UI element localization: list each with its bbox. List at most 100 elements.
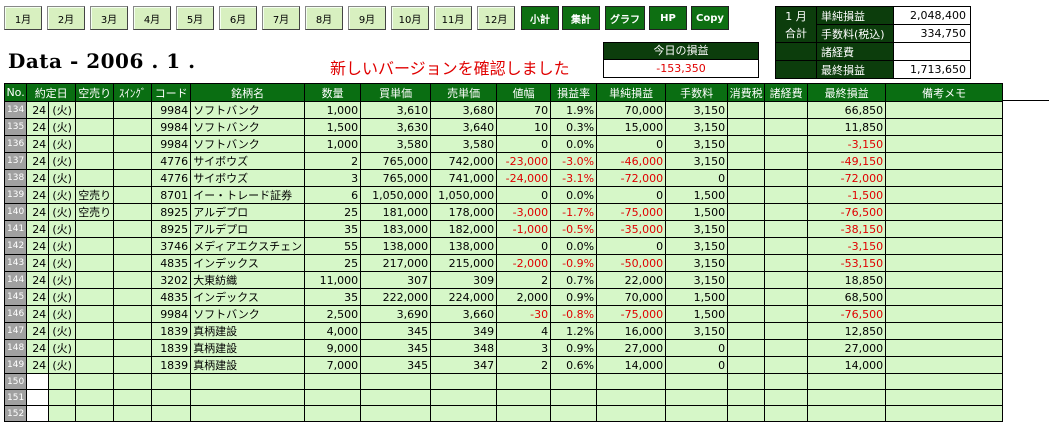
cell-short[interactable]: [75, 101, 115, 119]
subtotal-button[interactable]: 小計: [521, 6, 559, 30]
cell-swing[interactable]: [113, 169, 153, 187]
cell-code[interactable]: 9984: [151, 135, 192, 153]
cell-dow[interactable]: (火): [48, 118, 77, 136]
cell-tax[interactable]: [727, 322, 766, 340]
cell-short[interactable]: [75, 152, 115, 170]
cell-qty[interactable]: 9,000: [304, 339, 362, 357]
cell-final[interactable]: [807, 389, 887, 406]
cell-pl[interactable]: 16,000: [596, 322, 667, 340]
cell-swing[interactable]: [113, 254, 153, 272]
cell-misc[interactable]: [764, 389, 809, 406]
cell-memo[interactable]: [885, 389, 1004, 406]
cell-name[interactable]: イー・トレード証券: [190, 186, 306, 204]
cell-date[interactable]: 24: [26, 203, 50, 221]
cell-final[interactable]: 11,850: [807, 118, 887, 136]
cell-pl[interactable]: 0: [596, 186, 667, 204]
cell-sell[interactable]: 3,680: [430, 101, 498, 119]
cell-swing[interactable]: [113, 339, 153, 357]
cell-buy[interactable]: 1,050,000: [360, 186, 432, 204]
cell-diff[interactable]: 2,000: [496, 288, 552, 306]
cell-sell[interactable]: 3,640: [430, 118, 498, 136]
month-button-6[interactable]: 6月: [219, 6, 257, 30]
cell-diff[interactable]: [496, 373, 552, 390]
cell-diff[interactable]: 2: [496, 356, 552, 374]
cell-swing[interactable]: [113, 118, 153, 136]
cell-misc[interactable]: [764, 356, 809, 374]
cell-code[interactable]: 4776: [151, 152, 192, 170]
cell-tax[interactable]: [727, 389, 766, 406]
cell-dow[interactable]: (火): [48, 237, 77, 255]
cell-fee[interactable]: [665, 405, 729, 422]
cell-name[interactable]: 真柄建設: [190, 356, 306, 374]
cell-sell[interactable]: 3,580: [430, 135, 498, 153]
cell-swing[interactable]: [113, 305, 153, 323]
cell-short[interactable]: [75, 254, 115, 272]
cell-sell[interactable]: 349: [430, 322, 498, 340]
cell-swing[interactable]: [113, 220, 153, 238]
cell-short[interactable]: [75, 220, 115, 238]
cell-fee[interactable]: 1,500: [665, 186, 729, 204]
cell-buy[interactable]: 345: [360, 322, 432, 340]
month-button-5[interactable]: 5月: [176, 6, 214, 30]
cell-final[interactable]: -76,500: [807, 203, 887, 221]
cell-fee[interactable]: 3,150: [665, 152, 729, 170]
cell-rate[interactable]: -3.1%: [550, 169, 598, 187]
cell-memo[interactable]: [885, 152, 1004, 170]
cell-dow[interactable]: (火): [48, 101, 77, 119]
cell-memo[interactable]: [885, 305, 1004, 323]
cell-sell[interactable]: 309: [430, 271, 498, 289]
cell-tax[interactable]: [727, 373, 766, 390]
cell-date[interactable]: 24: [26, 220, 50, 238]
month-button-1[interactable]: 1月: [4, 6, 42, 30]
cell-code[interactable]: 3746: [151, 237, 192, 255]
cell-qty[interactable]: [304, 405, 362, 422]
cell-fee[interactable]: [665, 389, 729, 406]
cell-qty[interactable]: 25: [304, 203, 362, 221]
cell-memo[interactable]: [885, 373, 1004, 390]
cell-pl[interactable]: 14,000: [596, 356, 667, 374]
cell-short[interactable]: [75, 135, 115, 153]
cell-buy[interactable]: 345: [360, 356, 432, 374]
cell-fee[interactable]: 3,150: [665, 271, 729, 289]
cell-rate[interactable]: 0.3%: [550, 118, 598, 136]
cell-code[interactable]: 1839: [151, 339, 192, 357]
cell-rate[interactable]: -1.7%: [550, 203, 598, 221]
cell-fee[interactable]: 0: [665, 339, 729, 357]
cell-code[interactable]: 9984: [151, 118, 192, 136]
cell-dow[interactable]: (火): [48, 186, 77, 204]
cell-rate[interactable]: [550, 373, 598, 390]
cell-qty[interactable]: [304, 389, 362, 406]
cell-qty[interactable]: 35: [304, 288, 362, 306]
column-header[interactable]: 売単価: [430, 83, 498, 102]
cell-sell[interactable]: 348: [430, 339, 498, 357]
column-header[interactable]: 数量: [304, 83, 362, 102]
cell-rate[interactable]: [550, 389, 598, 406]
cell-qty[interactable]: 4,000: [304, 322, 362, 340]
cell-qty[interactable]: 2: [304, 152, 362, 170]
cell-final[interactable]: -72,000: [807, 169, 887, 187]
cell-name[interactable]: ソフトバンク: [190, 305, 306, 323]
cell-code[interactable]: 9984: [151, 305, 192, 323]
column-header[interactable]: 損益率: [550, 83, 598, 102]
cell-name[interactable]: インデックス: [190, 288, 306, 306]
cell-pl[interactable]: -46,000: [596, 152, 667, 170]
cell-buy[interactable]: 345: [360, 339, 432, 357]
cell-dow[interactable]: (火): [48, 339, 77, 357]
cell-name[interactable]: [190, 373, 306, 390]
cell-qty[interactable]: 25: [304, 254, 362, 272]
cell-qty[interactable]: 35: [304, 220, 362, 238]
cell-misc[interactable]: [764, 305, 809, 323]
cell-dow[interactable]: (火): [48, 152, 77, 170]
cell-diff[interactable]: 0: [496, 135, 552, 153]
cell-memo[interactable]: [885, 271, 1004, 289]
cell-short[interactable]: [75, 237, 115, 255]
cell-sell[interactable]: 3,660: [430, 305, 498, 323]
cell-fee[interactable]: 0: [665, 356, 729, 374]
cell-pl[interactable]: -75,000: [596, 305, 667, 323]
cell-code[interactable]: [151, 405, 192, 422]
cell-pl[interactable]: 0: [596, 237, 667, 255]
cell-code[interactable]: 8925: [151, 220, 192, 238]
cell-final[interactable]: -3,150: [807, 237, 887, 255]
cell-rate[interactable]: 1.9%: [550, 101, 598, 119]
month-button-12[interactable]: 12月: [477, 6, 515, 30]
